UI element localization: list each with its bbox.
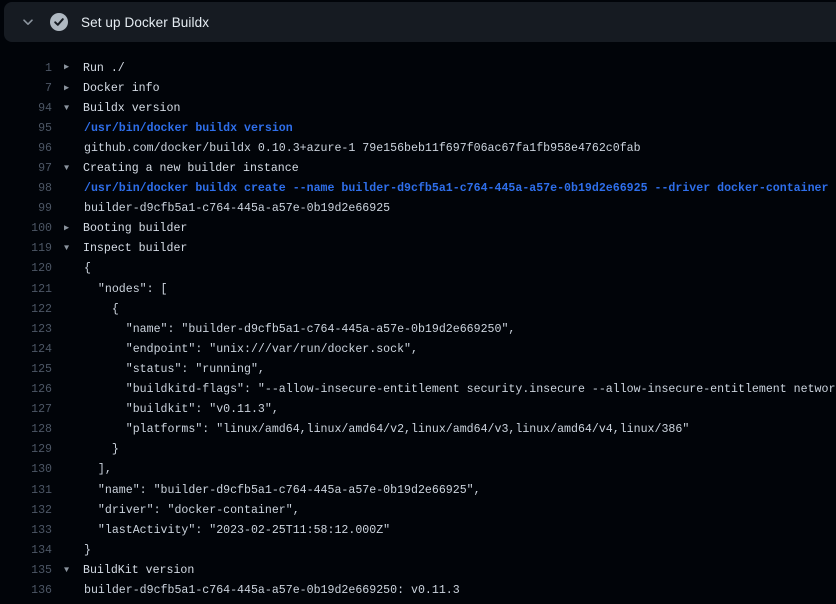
line-number[interactable]: 130	[0, 463, 52, 476]
line-content: "platforms": "linux/amd64,linux/amd64/v2…	[64, 423, 836, 436]
log-line: 95 /usr/bin/docker buildx version	[0, 118, 836, 138]
step-title: Set up Docker Buildx	[81, 15, 209, 30]
line-content: /usr/bin/docker buildx create --name bui…	[64, 182, 836, 195]
group-expanded-icon[interactable]: ▼	[64, 163, 83, 173]
line-content: {	[64, 303, 836, 316]
log-line: 123 "name": "builder-d9cfb5a1-c764-445a-…	[0, 319, 836, 339]
line-content: ▼Buildx version	[64, 102, 836, 115]
line-number[interactable]: 133	[0, 524, 52, 537]
line-number[interactable]: 128	[0, 423, 52, 436]
log-line: 129 }	[0, 440, 836, 460]
group-collapsed-icon[interactable]: ▶	[64, 83, 83, 93]
log-line: 133 "lastActivity": "2023-02-25T11:58:12…	[0, 520, 836, 540]
log-line[interactable]: 135 ▼BuildKit version	[0, 560, 836, 580]
line-content: ▼Inspect builder	[64, 242, 836, 255]
line-number[interactable]: 122	[0, 303, 52, 316]
line-number[interactable]: 99	[0, 202, 52, 215]
line-number[interactable]: 100	[0, 222, 52, 235]
line-content: github.com/docker/buildx 0.10.3+azure-1 …	[64, 142, 836, 155]
log-line: 130 ],	[0, 460, 836, 480]
log-line[interactable]: 94 ▼Buildx version	[0, 98, 836, 118]
line-number[interactable]: 121	[0, 283, 52, 296]
log-line: 125 "status": "running",	[0, 359, 836, 379]
log-line[interactable]: 97 ▼Creating a new builder instance	[0, 158, 836, 178]
line-number[interactable]: 96	[0, 142, 52, 155]
log-line: 127 "buildkit": "v0.11.3",	[0, 400, 836, 420]
line-content: /usr/bin/docker buildx version	[64, 122, 836, 135]
line-content: ▶Booting builder	[64, 222, 836, 235]
line-content: "driver": "docker-container",	[64, 504, 836, 517]
log-line: 124 "endpoint": "unix:///var/run/docker.…	[0, 339, 836, 359]
line-number[interactable]: 94	[0, 102, 52, 115]
line-number[interactable]: 127	[0, 403, 52, 416]
log-line: 128 "platforms": "linux/amd64,linux/amd6…	[0, 420, 836, 440]
group-collapsed-icon[interactable]: ▶	[64, 62, 83, 72]
line-number[interactable]: 97	[0, 162, 52, 175]
log-line[interactable]: 100 ▶Booting builder	[0, 219, 836, 239]
line-number[interactable]: 135	[0, 564, 52, 577]
line-number[interactable]: 136	[0, 584, 52, 597]
line-content: "buildkitd-flags": "--allow-insecure-ent…	[64, 383, 836, 396]
line-content: {	[64, 262, 836, 275]
line-content: }	[64, 443, 836, 456]
log-line: 120 {	[0, 259, 836, 279]
group-collapsed-icon[interactable]: ▶	[64, 223, 83, 233]
line-number[interactable]: 95	[0, 122, 52, 135]
line-content: builder-d9cfb5a1-c764-445a-a57e-0b19d2e6…	[64, 202, 836, 215]
line-content: ],	[64, 463, 836, 476]
log-line: 132 "driver": "docker-container",	[0, 500, 836, 520]
line-content: "buildkit": "v0.11.3",	[64, 403, 836, 416]
group-expanded-icon[interactable]: ▼	[64, 565, 83, 575]
line-content: ▼Creating a new builder instance	[64, 162, 836, 175]
line-content: "name": "builder-d9cfb5a1-c764-445a-a57e…	[64, 323, 836, 336]
line-number[interactable]: 126	[0, 383, 52, 396]
log-line: 134 }	[0, 540, 836, 560]
line-number[interactable]: 98	[0, 182, 52, 195]
log-line[interactable]: 7 ▶Docker info	[0, 78, 836, 98]
group-expanded-icon[interactable]: ▼	[64, 103, 83, 113]
line-number[interactable]: 129	[0, 443, 52, 456]
line-number[interactable]: 7	[0, 82, 52, 95]
line-content: "status": "running",	[64, 363, 836, 376]
line-content: "lastActivity": "2023-02-25T11:58:12.000…	[64, 524, 836, 537]
line-number[interactable]: 134	[0, 544, 52, 557]
line-number[interactable]: 123	[0, 323, 52, 336]
line-number[interactable]: 125	[0, 363, 52, 376]
line-number[interactable]: 131	[0, 484, 52, 497]
log-line: 99 builder-d9cfb5a1-c764-445a-a57e-0b19d…	[0, 199, 836, 219]
log-line: 121 "nodes": [	[0, 279, 836, 299]
line-content: ▼BuildKit version	[64, 564, 836, 577]
log-line[interactable]: 1 ▶Run ./	[0, 58, 836, 78]
step-header[interactable]: Set up Docker Buildx	[4, 2, 836, 42]
line-number[interactable]: 132	[0, 504, 52, 517]
log-line: 122 {	[0, 299, 836, 319]
group-expanded-icon[interactable]: ▼	[64, 243, 83, 253]
line-number[interactable]: 1	[0, 62, 52, 75]
log-line: 98 /usr/bin/docker buildx create --name …	[0, 179, 836, 199]
log-line: 131 "name": "builder-d9cfb5a1-c764-445a-…	[0, 480, 836, 500]
log-line: 126 "buildkitd-flags": "--allow-insecure…	[0, 380, 836, 400]
check-circle-icon	[50, 13, 68, 31]
line-number[interactable]: 119	[0, 242, 52, 255]
log-line: 136 builder-d9cfb5a1-c764-445a-a57e-0b19…	[0, 580, 836, 600]
log-line[interactable]: 119 ▼Inspect builder	[0, 239, 836, 259]
chevron-down-icon[interactable]	[14, 8, 42, 36]
line-content: }	[64, 544, 836, 557]
line-number[interactable]: 120	[0, 262, 52, 275]
line-content: ▶Run ./	[64, 62, 836, 75]
log-area: 1 ▶Run ./ 7 ▶Docker info 94 ▼Buildx vers…	[0, 42, 836, 601]
line-content: "endpoint": "unix:///var/run/docker.sock…	[64, 343, 836, 356]
line-content: builder-d9cfb5a1-c764-445a-a57e-0b19d2e6…	[64, 584, 836, 597]
line-content: ▶Docker info	[64, 82, 836, 95]
line-content: "name": "builder-d9cfb5a1-c764-445a-a57e…	[64, 484, 836, 497]
line-number[interactable]: 124	[0, 343, 52, 356]
line-content: "nodes": [	[64, 283, 836, 296]
log-line: 96 github.com/docker/buildx 0.10.3+azure…	[0, 138, 836, 158]
